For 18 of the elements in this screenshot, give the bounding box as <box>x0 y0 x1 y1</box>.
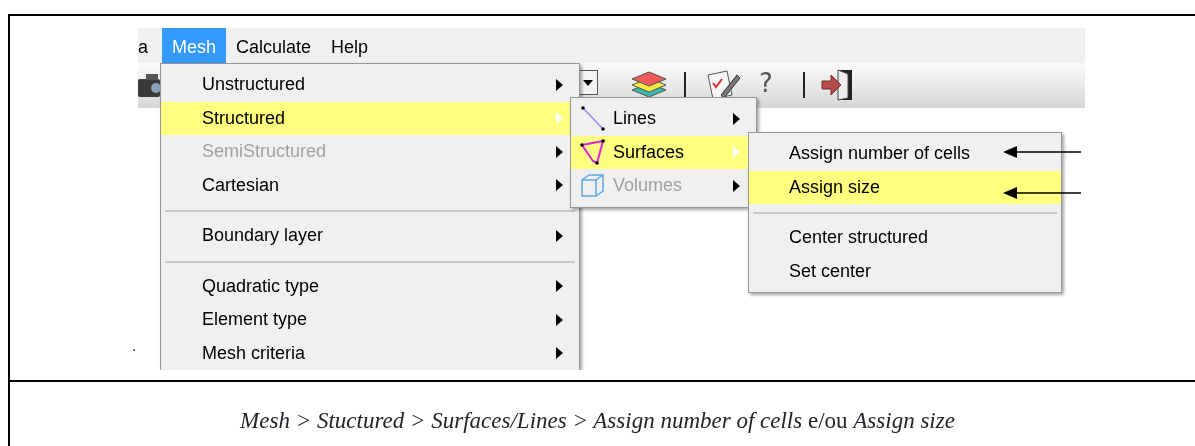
figure-caption: Mesh > Stuctured > Surfaces/Lines > Assign number of cells e/ou Assign size <box>239 407 956 435</box>
menu-item[interactable]: Unstructured <box>161 68 579 102</box>
menu-item[interactable]: Quadratic type <box>161 269 579 303</box>
menu-item[interactable]: Element type <box>161 303 579 337</box>
line-segment-icon <box>579 104 607 133</box>
help-icon[interactable]: ? <box>759 68 773 98</box>
menu-item[interactable]: Assign size <box>749 170 1061 204</box>
stray-mark: . <box>132 338 137 354</box>
menubar-item[interactable]: Calculate <box>226 28 322 63</box>
cube-icon <box>579 171 607 200</box>
menu-item[interactable]: Center structured <box>749 221 1061 255</box>
dropdown-button[interactable] <box>578 70 598 95</box>
menu-item[interactable]: Set center <box>749 254 1061 288</box>
surface-patch-icon <box>579 138 607 167</box>
menu-item[interactable]: Boundary layer <box>161 219 579 253</box>
menubar-item[interactable]: a <box>138 28 162 63</box>
menu-item[interactable]: Mesh criteria <box>161 336 579 370</box>
menubar-item[interactable]: Help <box>321 28 379 63</box>
